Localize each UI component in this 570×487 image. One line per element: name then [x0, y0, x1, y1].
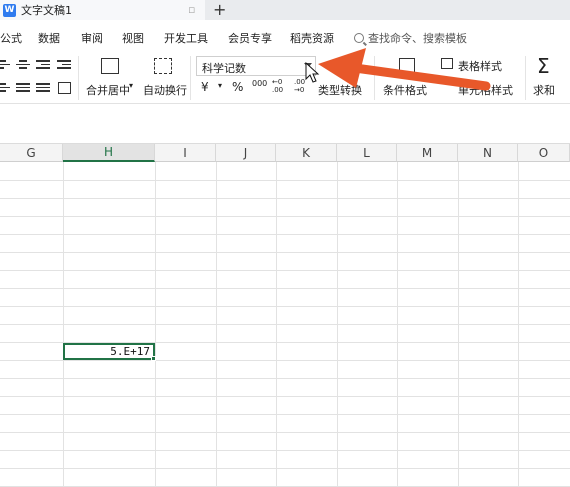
conditional-format-button[interactable]: 条件格式 [383, 82, 427, 98]
grid-row-line [0, 450, 570, 451]
menu-member[interactable]: 会员专享 [228, 30, 272, 46]
column-header-m[interactable]: M [397, 144, 458, 162]
tab-close-icon[interactable]: ▫ [188, 3, 195, 16]
spreadsheet-grid[interactable]: G H I J K L M N O 5.E+17 [0, 144, 570, 487]
grid-row-line [0, 288, 570, 289]
auto-wrap-button[interactable]: 自动换行 [143, 82, 187, 98]
decrease-indent-icon[interactable] [36, 60, 50, 71]
grid-row-line [0, 216, 570, 217]
sum-icon[interactable]: Σ [537, 54, 550, 78]
thousands-separator-button[interactable]: 000 [252, 79, 267, 88]
merge-center-button[interactable]: 合并居中 [86, 82, 130, 98]
wrap-text-icon[interactable] [154, 58, 172, 74]
ribbon-divider [78, 56, 79, 100]
column-header-g[interactable]: G [0, 144, 63, 162]
cell-style-button[interactable]: 单元格样式 [458, 82, 513, 98]
fill-handle[interactable] [151, 356, 156, 361]
align-right-icon[interactable] [0, 83, 10, 94]
grid-row-line [0, 306, 570, 307]
grid-row-line [0, 324, 570, 325]
grid-row-line [0, 270, 570, 271]
number-format-value: 科学记数 [202, 62, 246, 75]
formula-bar-area [0, 104, 570, 144]
distributed-align-icon[interactable] [36, 83, 50, 94]
menu-docer-resources[interactable]: 稻壳资源 [290, 30, 334, 46]
conditional-format-icon[interactable] [399, 58, 415, 74]
grid-row-line [0, 414, 570, 415]
ribbon-divider [190, 56, 191, 100]
table-style-button[interactable]: 表格样式 [458, 58, 502, 74]
type-convert-button[interactable]: 类型转换 [318, 82, 362, 98]
table-style-icon [441, 58, 453, 69]
merge-center-icon[interactable] [101, 58, 119, 74]
menu-formula[interactable]: 公式 [0, 30, 22, 46]
sum-button[interactable]: 求和 [533, 82, 555, 98]
title-bar: W 文字文稿1 ▫ + [0, 0, 570, 20]
number-format-select[interactable]: 科学记数 [196, 56, 316, 76]
menu-view[interactable]: 视图 [122, 30, 144, 46]
grid-row-line [0, 396, 570, 397]
increase-indent-icon[interactable] [57, 60, 71, 71]
column-header-l[interactable]: L [337, 144, 397, 162]
menu-bar: 公式 数据 审阅 视图 开发工具 会员专享 稻壳资源 查找命令、搜索模板 [0, 20, 570, 52]
ribbon-divider [525, 56, 526, 100]
command-search[interactable]: 查找命令、搜索模板 [354, 30, 467, 46]
currency-format-button[interactable]: ¥ [201, 80, 209, 94]
currency-dropdown-icon[interactable]: ▾ [218, 81, 222, 90]
align-center-icon[interactable] [16, 60, 30, 71]
vertical-align-icon[interactable] [58, 82, 71, 94]
percent-format-button[interactable]: % [232, 80, 243, 94]
grid-row-line [0, 360, 570, 361]
increase-decimal-button[interactable]: ←0 .00 [272, 78, 283, 94]
grid-row-line [0, 468, 570, 469]
grid-row-line [0, 432, 570, 433]
ribbon-divider [374, 56, 375, 100]
chevron-down-icon[interactable] [304, 63, 312, 68]
grid-row-line [0, 198, 570, 199]
document-tab[interactable]: W 文字文稿1 ▫ [0, 0, 205, 20]
align-left-icon[interactable] [0, 60, 10, 71]
grid-row-line [0, 378, 570, 379]
new-tab-button[interactable]: + [213, 0, 226, 20]
menu-data[interactable]: 数据 [38, 30, 60, 46]
column-header-j[interactable]: J [216, 144, 276, 162]
merge-center-dropdown-icon[interactable]: ▾ [129, 81, 133, 90]
writer-doc-icon: W [3, 3, 16, 17]
column-header-o[interactable]: O [518, 144, 570, 162]
active-cell[interactable]: 5.E+17 [63, 343, 155, 360]
search-placeholder: 查找命令、搜索模板 [368, 32, 467, 45]
grid-row-line [0, 180, 570, 181]
column-header-k[interactable]: K [276, 144, 337, 162]
document-title: 文字文稿1 [21, 4, 72, 17]
grid-row-line [0, 252, 570, 253]
decrease-decimal-button[interactable]: .00 →0 [294, 78, 305, 94]
column-header-h[interactable]: H [63, 144, 155, 162]
grid-row-line [0, 234, 570, 235]
menu-review[interactable]: 审阅 [81, 30, 103, 46]
search-icon [354, 33, 364, 43]
menu-developer[interactable]: 开发工具 [164, 30, 208, 46]
ribbon-toolbar: 合并居中 ▾ 自动换行 科学记数 ¥ ▾ % 000 ←0 .00 .00 →0… [0, 52, 570, 104]
column-header-n[interactable]: N [458, 144, 518, 162]
column-header-i[interactable]: I [155, 144, 216, 162]
justify-icon[interactable] [16, 83, 30, 94]
